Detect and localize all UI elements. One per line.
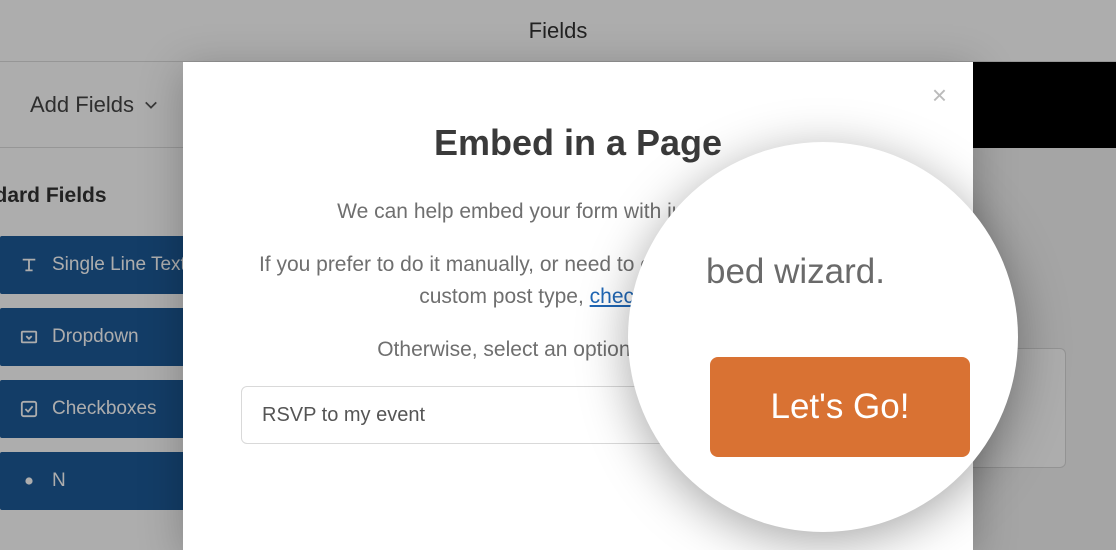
field-label: Single Line Text [52,254,186,276]
field-label: Dropdown [52,326,139,348]
magnifier-callout: bed wizard. Let's Go! [628,142,1018,532]
dropdown-icon [20,328,38,346]
page-title: Fields [529,18,588,44]
page-header: Fields [0,0,1116,62]
chevron-down-icon [144,98,158,112]
close-button[interactable]: × [932,82,947,108]
lets-go-button[interactable]: Let's Go! [710,357,970,457]
magnifier-text: bed wizard. [706,252,885,292]
add-fields-dropdown[interactable]: Add Fields [30,92,158,118]
bullet-icon [20,472,38,490]
checkbox-icon [20,400,38,418]
field-label: N [52,470,66,492]
field-label: Checkboxes [52,398,157,420]
add-fields-label: Add Fields [30,92,134,118]
text-icon [20,256,38,274]
form-name-input[interactable]: RSVP to my event [241,386,671,444]
